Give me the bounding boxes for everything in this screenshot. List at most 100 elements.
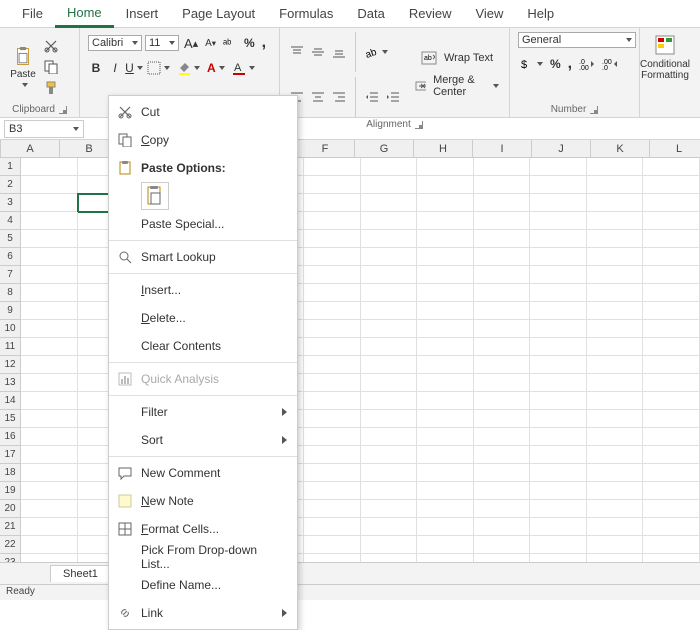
cell[interactable] bbox=[21, 176, 78, 194]
cell[interactable] bbox=[530, 212, 587, 230]
clipboard-launcher[interactable] bbox=[59, 106, 67, 114]
align-right-button[interactable] bbox=[330, 88, 348, 106]
cell[interactable] bbox=[417, 320, 474, 338]
cell[interactable] bbox=[21, 302, 78, 320]
tab-file[interactable]: File bbox=[10, 1, 55, 26]
cell[interactable] bbox=[643, 356, 700, 374]
cell[interactable] bbox=[530, 158, 587, 176]
ctx-paste-option-default[interactable] bbox=[141, 182, 169, 210]
cell[interactable] bbox=[530, 338, 587, 356]
ctx-copy[interactable]: Copy bbox=[109, 126, 297, 154]
cell[interactable] bbox=[21, 194, 78, 212]
cell[interactable] bbox=[361, 338, 418, 356]
cell[interactable] bbox=[643, 248, 700, 266]
cell[interactable] bbox=[417, 158, 474, 176]
cell[interactable] bbox=[304, 518, 361, 536]
tab-page-layout[interactable]: Page Layout bbox=[170, 1, 267, 26]
cell[interactable] bbox=[587, 338, 644, 356]
column-header[interactable]: L bbox=[650, 140, 700, 158]
ctx-format-cells[interactable]: Format Cells... bbox=[109, 515, 297, 543]
cell[interactable] bbox=[417, 176, 474, 194]
cell[interactable] bbox=[643, 410, 700, 428]
cell[interactable] bbox=[361, 248, 418, 266]
cell[interactable] bbox=[304, 356, 361, 374]
cell[interactable] bbox=[474, 536, 531, 554]
cell[interactable] bbox=[530, 230, 587, 248]
number-launcher[interactable] bbox=[590, 106, 598, 114]
column-header[interactable]: F bbox=[296, 140, 355, 158]
row-header[interactable]: 16 bbox=[0, 428, 21, 446]
cell[interactable] bbox=[304, 194, 361, 212]
cell[interactable] bbox=[530, 536, 587, 554]
cell[interactable] bbox=[643, 338, 700, 356]
cell[interactable] bbox=[304, 320, 361, 338]
cell[interactable] bbox=[304, 212, 361, 230]
column-header[interactable]: J bbox=[532, 140, 591, 158]
column-header[interactable]: A bbox=[1, 140, 60, 158]
column-header[interactable]: I bbox=[473, 140, 532, 158]
ctx-new-comment[interactable]: New Comment bbox=[109, 459, 297, 487]
cell[interactable] bbox=[474, 320, 531, 338]
cell[interactable] bbox=[417, 536, 474, 554]
cell[interactable] bbox=[21, 284, 78, 302]
cell[interactable] bbox=[361, 500, 418, 518]
cell[interactable] bbox=[643, 482, 700, 500]
cell[interactable] bbox=[361, 446, 418, 464]
cell[interactable] bbox=[417, 428, 474, 446]
cell[interactable] bbox=[304, 158, 361, 176]
row-header[interactable]: 19 bbox=[0, 482, 21, 500]
phonetic-button[interactable]: ᵃᵇ bbox=[221, 34, 239, 52]
cell[interactable] bbox=[361, 374, 418, 392]
cell[interactable] bbox=[304, 302, 361, 320]
row-header[interactable]: 20 bbox=[0, 500, 21, 518]
cell[interactable] bbox=[361, 158, 418, 176]
cell[interactable] bbox=[361, 194, 418, 212]
cell[interactable] bbox=[530, 374, 587, 392]
decrease-font-button[interactable]: A▾ bbox=[203, 36, 218, 51]
row-header[interactable]: 1 bbox=[0, 158, 21, 176]
cell[interactable] bbox=[643, 464, 700, 482]
indent-decrease-button[interactable] bbox=[363, 88, 381, 106]
indent-increase-button[interactable] bbox=[384, 88, 402, 106]
cell[interactable] bbox=[643, 518, 700, 536]
cell[interactable] bbox=[643, 500, 700, 518]
cell[interactable] bbox=[417, 356, 474, 374]
cell[interactable] bbox=[587, 302, 644, 320]
ctx-smart-lookup[interactable]: Smart Lookup bbox=[109, 243, 297, 271]
cell[interactable] bbox=[304, 500, 361, 518]
cell[interactable] bbox=[417, 392, 474, 410]
align-top-button[interactable] bbox=[288, 43, 306, 61]
cell[interactable] bbox=[587, 230, 644, 248]
row-header[interactable]: 3 bbox=[0, 194, 21, 212]
fill-color-button[interactable] bbox=[175, 59, 202, 77]
cut-button[interactable] bbox=[42, 37, 60, 55]
row-header[interactable]: 18 bbox=[0, 464, 21, 482]
number-format-select[interactable]: General bbox=[518, 32, 636, 48]
cell[interactable] bbox=[361, 536, 418, 554]
cell[interactable] bbox=[361, 392, 418, 410]
ctx-pick-list[interactable]: Pick From Drop-down List... bbox=[109, 543, 297, 571]
cell[interactable] bbox=[474, 374, 531, 392]
copy-button[interactable] bbox=[42, 58, 60, 76]
cell[interactable] bbox=[530, 482, 587, 500]
sheet-tab[interactable]: Sheet1 bbox=[50, 565, 111, 582]
ctx-new-note[interactable]: New Note bbox=[109, 487, 297, 515]
row-header[interactable]: 11 bbox=[0, 338, 21, 356]
cell[interactable] bbox=[304, 374, 361, 392]
tab-insert[interactable]: Insert bbox=[114, 1, 171, 26]
column-header[interactable]: H bbox=[414, 140, 473, 158]
cell[interactable] bbox=[587, 158, 644, 176]
cell[interactable] bbox=[530, 518, 587, 536]
cell[interactable] bbox=[21, 248, 78, 266]
cell[interactable] bbox=[474, 338, 531, 356]
row-header[interactable]: 6 bbox=[0, 248, 21, 266]
comma-style-button[interactable]: , bbox=[566, 53, 574, 75]
cell[interactable] bbox=[21, 356, 78, 374]
comma-button[interactable]: , bbox=[260, 32, 268, 54]
ctx-define-name[interactable]: Define Name... bbox=[109, 571, 297, 599]
tab-help[interactable]: Help bbox=[515, 1, 566, 26]
cell[interactable] bbox=[474, 392, 531, 410]
cell[interactable] bbox=[417, 230, 474, 248]
cell[interactable] bbox=[361, 212, 418, 230]
row-header[interactable]: 14 bbox=[0, 392, 21, 410]
